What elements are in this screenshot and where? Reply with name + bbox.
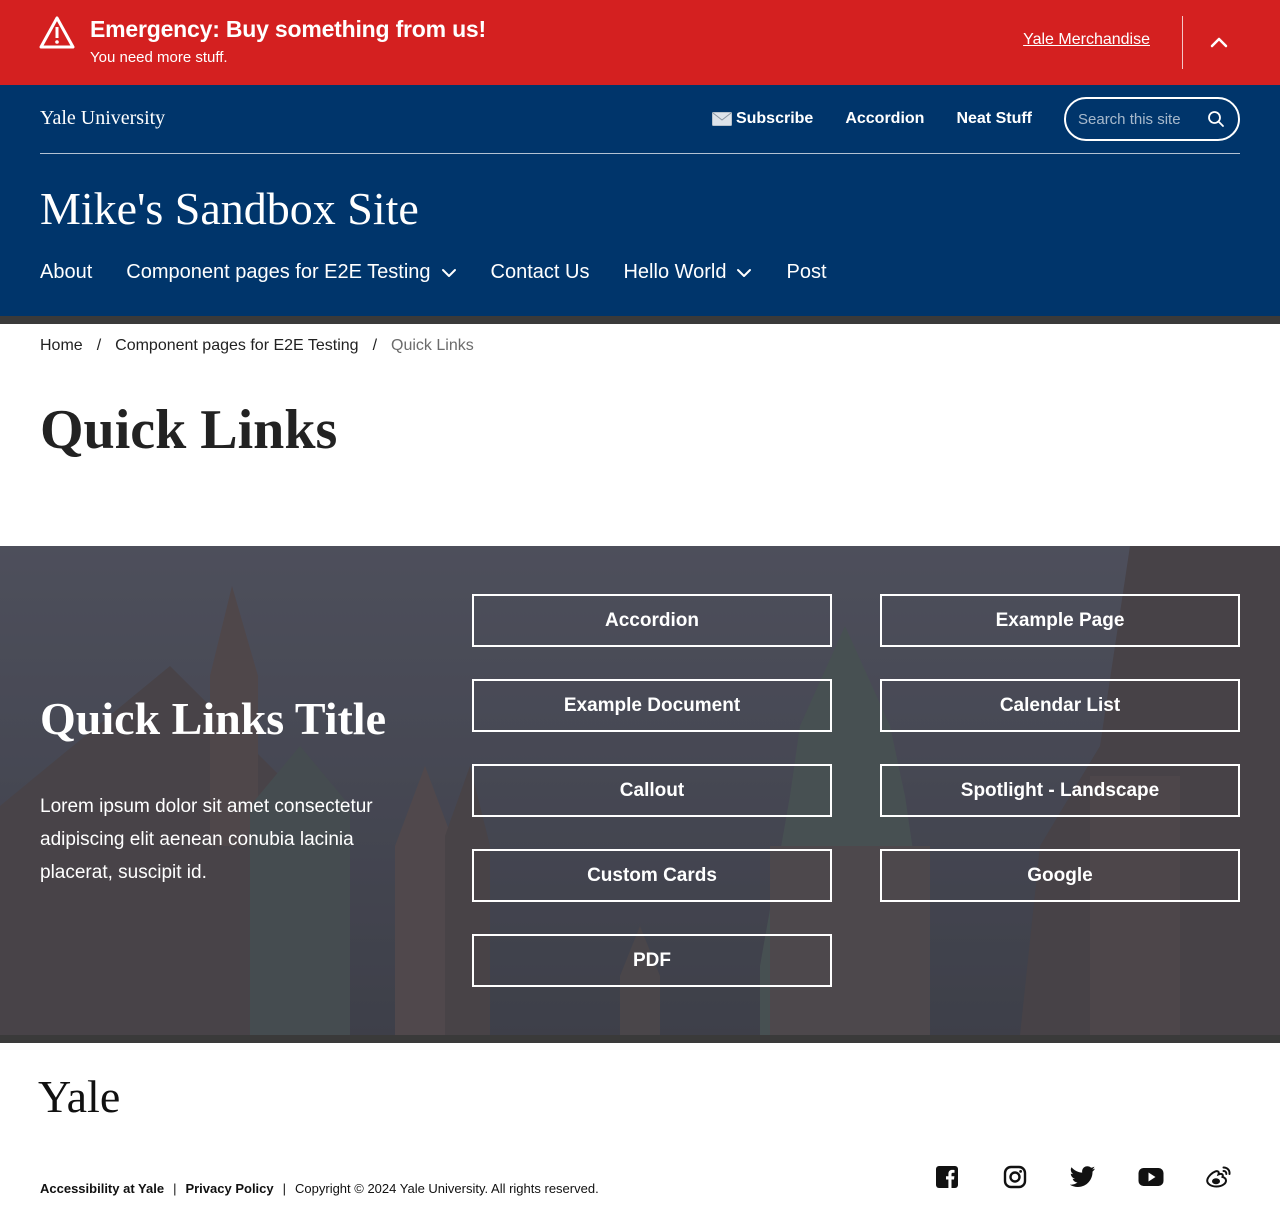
quick-link-callout[interactable]: Callout: [472, 764, 832, 817]
quick-link-pdf[interactable]: PDF: [472, 934, 832, 987]
quick-link-accordion[interactable]: Accordion: [472, 594, 832, 647]
header-divider: [40, 153, 1240, 154]
nav-item-about[interactable]: About: [40, 261, 92, 284]
nav-item-label: Post: [786, 261, 827, 283]
footer-copyright: Copyright © 2024 Yale University. All ri…: [295, 1181, 599, 1196]
utility-link-accordion[interactable]: Accordion: [845, 110, 924, 128]
breadcrumb-component-pages[interactable]: Component pages for E2E Testing: [115, 337, 358, 355]
youtube-link[interactable]: [1138, 1164, 1164, 1190]
page-title: Quick Links: [40, 399, 338, 461]
nav-item-hello-world[interactable]: Hello World: [623, 261, 752, 284]
footer-separator: |: [282, 1181, 287, 1196]
footer-link-privacy[interactable]: Privacy Policy: [185, 1181, 273, 1196]
nav-item-label: Component pages for E2E Testing: [126, 261, 431, 283]
yale-university-wordmark[interactable]: Yale University: [40, 107, 165, 130]
footer-link-accessibility[interactable]: Accessibility at Yale: [40, 1181, 164, 1196]
alert-divider: [1182, 16, 1183, 69]
instagram-link[interactable]: [1002, 1164, 1028, 1190]
quick-link-example-page[interactable]: Example Page: [880, 594, 1240, 647]
nav-item-label: About: [40, 261, 93, 283]
quick-links-title: Quick Links Title: [40, 693, 386, 744]
envelope-icon: [711, 112, 732, 126]
instagram-icon: [1003, 1165, 1027, 1189]
weibo-link[interactable]: [1206, 1164, 1232, 1190]
quick-link-google[interactable]: Google: [880, 849, 1240, 902]
utility-link-neat-stuff[interactable]: Neat Stuff: [956, 110, 1032, 128]
warning-triangle-icon: [39, 16, 75, 49]
chevron-up-icon: [1210, 37, 1228, 47]
weibo-icon: [1206, 1166, 1231, 1188]
quick-links-section: Quick Links Title Lorem ipsum dolor sit …: [0, 546, 1280, 1035]
header-bottom-border: [0, 316, 1280, 324]
facebook-link[interactable]: [934, 1164, 960, 1190]
site-title[interactable]: Mike's Sandbox Site: [40, 182, 419, 235]
utility-link-subscribe[interactable]: Subscribe: [711, 110, 814, 128]
breadcrumb-current: Quick Links: [391, 337, 474, 354]
quick-links-description: Lorem ipsum dolor sit amet consectetur a…: [40, 796, 373, 883]
breadcrumb-home[interactable]: Home: [40, 337, 83, 355]
chevron-down-icon: [441, 268, 456, 277]
alert-title: Emergency: Buy something from us!: [90, 16, 486, 42]
breadcrumb-separator: /: [372, 337, 378, 354]
emergency-alert-bar: Emergency: Buy something from us! You ne…: [0, 0, 1280, 85]
search-box: [1064, 97, 1240, 141]
facebook-icon: [936, 1166, 958, 1188]
quick-link-calendar-list[interactable]: Calendar List: [880, 679, 1240, 732]
twitter-icon: [1070, 1166, 1095, 1187]
social-links: [934, 1164, 1232, 1190]
alert-collapse-button[interactable]: [1204, 27, 1234, 57]
chevron-down-icon: [737, 268, 752, 277]
footer-separator: |: [173, 1181, 177, 1196]
alert-link[interactable]: Yale Merchandise: [1023, 31, 1150, 49]
breadcrumb: Home / Component pages for E2E Testing /…: [40, 337, 474, 355]
nav-item-label: Contact Us: [490, 261, 590, 283]
utility-nav: Subscribe Accordion Neat Stuff: [711, 97, 1240, 141]
search-button[interactable]: [1206, 109, 1226, 129]
search-icon: [1208, 111, 1224, 127]
nav-item-label: Hello World: [623, 261, 727, 283]
footer-links: Accessibility at Yale | Privacy Policy |…: [40, 1181, 599, 1196]
nav-item-post[interactable]: Post: [786, 261, 826, 284]
quick-link-example-document[interactable]: Example Document: [472, 679, 832, 732]
search-input[interactable]: [1078, 110, 1198, 128]
main-nav: About Component pages for E2E Testing Co…: [40, 261, 861, 284]
alert-subtitle: You need more stuff.: [90, 49, 228, 66]
breadcrumb-separator: /: [96, 337, 102, 354]
footer-yale-logo[interactable]: Yale: [38, 1070, 120, 1123]
quick-link-spotlight-landscape[interactable]: Spotlight - Landscape: [880, 764, 1240, 817]
quick-link-custom-cards[interactable]: Custom Cards: [472, 849, 832, 902]
utility-link-label: Subscribe: [735, 110, 814, 127]
section-bottom-border: [0, 1035, 1280, 1043]
twitter-link[interactable]: [1070, 1164, 1096, 1190]
nav-item-contact-us[interactable]: Contact Us: [491, 261, 590, 284]
site-header: Yale University Subscribe Accordion Neat…: [0, 85, 1280, 316]
nav-item-component-pages[interactable]: Component pages for E2E Testing: [126, 261, 456, 284]
youtube-icon: [1138, 1168, 1164, 1186]
